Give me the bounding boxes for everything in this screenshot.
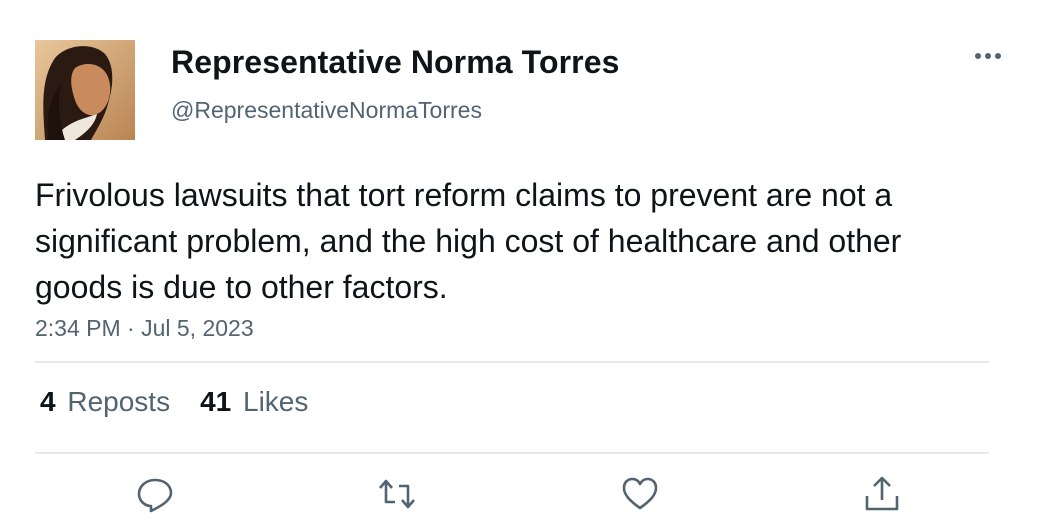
repost-icon	[379, 479, 415, 509]
display-name[interactable]: Representative Norma Torres	[171, 44, 620, 81]
reply-icon	[137, 478, 173, 513]
likes-count: 41	[200, 386, 232, 417]
engagement-stats: 4 Reposts 41 Likes	[40, 386, 308, 418]
tweet-card: Representative Norma Torres @Representat…	[0, 0, 1050, 525]
reposts-stat[interactable]: 4 Reposts	[40, 386, 170, 418]
reposts-label: Reposts	[67, 386, 171, 417]
avatar[interactable]	[35, 40, 135, 140]
likes-stat[interactable]: 41 Likes	[200, 386, 308, 418]
divider	[35, 452, 989, 454]
tweet-timestamp[interactable]: 2:34 PM · Jul 5, 2023	[35, 315, 254, 342]
user-handle[interactable]: @RepresentativeNormaTorres	[171, 97, 482, 124]
divider	[35, 361, 989, 363]
repost-button[interactable]	[377, 474, 417, 514]
reply-button[interactable]	[135, 474, 175, 514]
avatar-photo	[35, 40, 135, 140]
share-button[interactable]	[862, 474, 902, 514]
more-options-icon[interactable]	[970, 44, 1006, 68]
likes-label: Likes	[243, 386, 309, 417]
like-button[interactable]	[620, 474, 660, 514]
reposts-count: 4	[40, 386, 56, 417]
tweet-text: Frivolous lawsuits that tort reform clai…	[35, 177, 902, 305]
share-icon	[865, 476, 899, 511]
heart-icon	[622, 477, 658, 510]
